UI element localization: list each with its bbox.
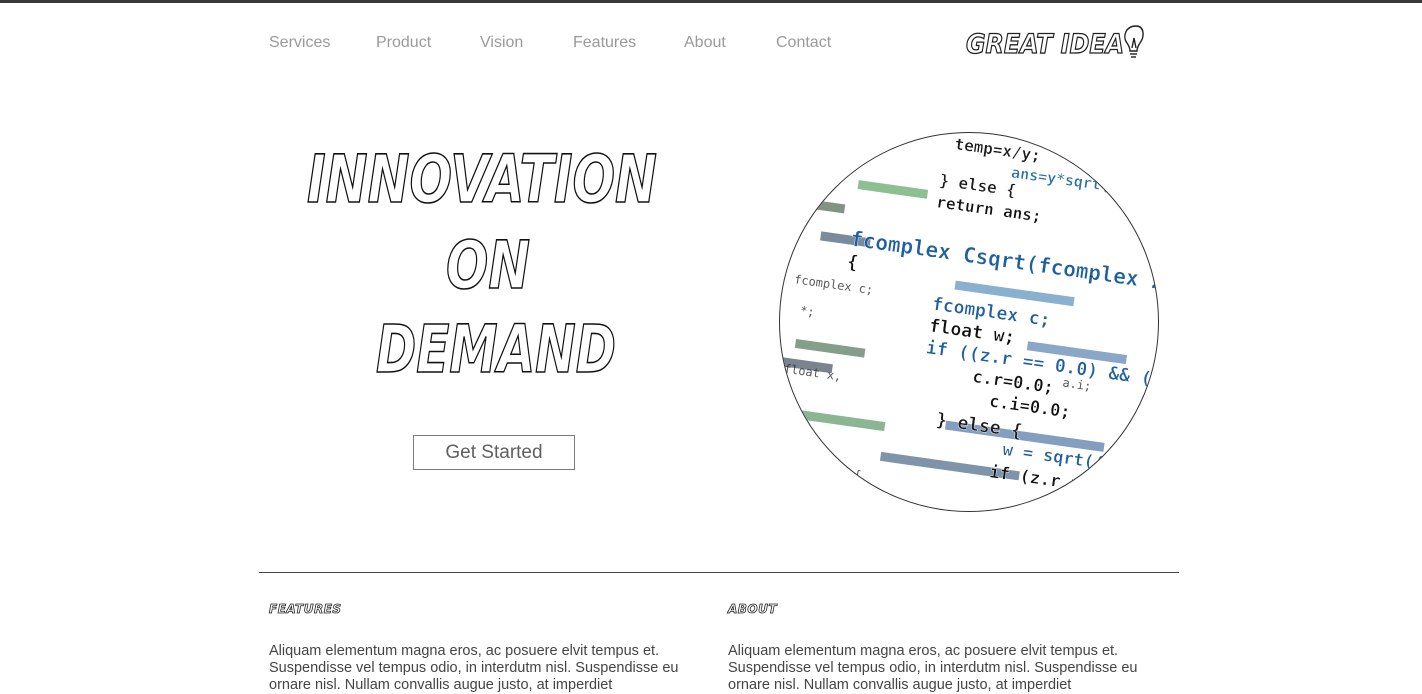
- code-image: temp=x/y; ans=y*sqrt(1.0+temp*temp);} els…: [779, 132, 1159, 512]
- nav-item-features[interactable]: Features: [573, 33, 636, 53]
- svg-text:fcomplex c;: fcomplex c;: [793, 272, 874, 297]
- hero-title-line-3: DEMAND: [376, 311, 616, 388]
- features-heading: FEATURES: [269, 602, 342, 617]
- code-line: return ans;: [935, 192, 1043, 226]
- lightbulb-icon: [1124, 25, 1144, 58]
- nav-item-about[interactable]: About: [684, 33, 726, 53]
- nav-item-vision[interactable]: Vision: [480, 33, 523, 53]
- svg-text:GREAT IDEA: GREAT IDEA: [966, 29, 1124, 60]
- about-body: Aliquam elementum magna eros, ac posuere…: [728, 643, 1138, 693]
- svg-text:*;: *;: [799, 303, 815, 319]
- hero-title-line-1: INNOVATION: [307, 141, 657, 218]
- svg-text:else {: else {: [817, 462, 862, 482]
- hero-title: INNOVATION ON DEMAND: [306, 140, 658, 389]
- svg-text:>: >: [786, 397, 795, 412]
- get-started-button[interactable]: Get Started: [413, 435, 575, 470]
- hero-title-line-2: ON: [446, 227, 530, 304]
- top-border: [0, 0, 1422, 3]
- logo[interactable]: GREAT IDEA: [964, 20, 1154, 64]
- code-line: {: [846, 251, 860, 273]
- nav-item-contact[interactable]: Contact: [776, 33, 831, 53]
- svg-text:} else {: } else {: [802, 137, 861, 159]
- code-line: fcomplex Csqrt(fcomplex z): [849, 227, 1159, 297]
- main-nav: Services Product Vision Features About C…: [0, 33, 1422, 57]
- code-line: temp=x/y;: [953, 134, 1042, 165]
- section-divider: [259, 572, 1179, 573]
- nav-item-services[interactable]: Services: [269, 33, 330, 53]
- svg-text:a.i;: a.i;: [1062, 376, 1093, 394]
- about-heading: ABOUT: [728, 602, 778, 617]
- nav-item-product[interactable]: Product: [376, 33, 431, 53]
- features-body: Aliquam elementum magna eros, ac posuere…: [269, 643, 679, 693]
- svg-text:re ;: re ;: [780, 445, 795, 463]
- code-image-art: temp=x/y;ans=y*sqrt(1.0+temp*temp);} els…: [780, 134, 1159, 506]
